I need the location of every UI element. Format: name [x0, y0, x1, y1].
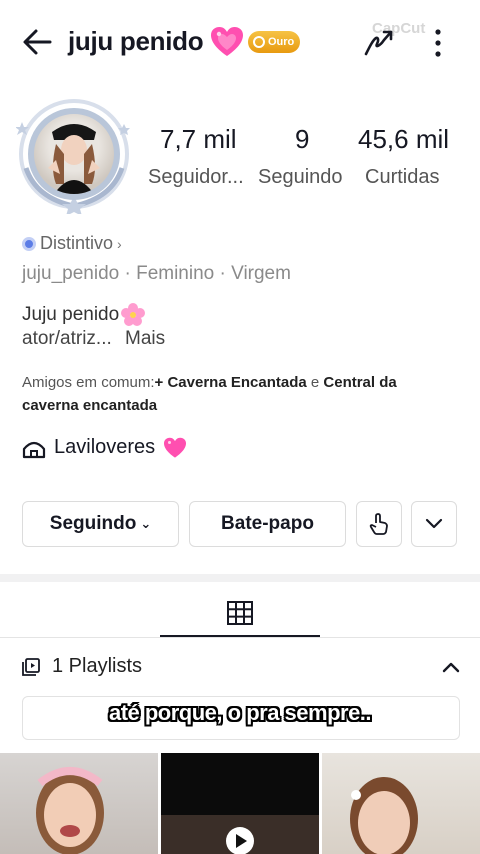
thumbnail-image: [161, 815, 319, 854]
mutual-prefix: Amigos em comum:: [22, 374, 155, 391]
followers-count[interactable]: 7,7 mil: [160, 124, 237, 155]
heart-emoji-icon: [211, 27, 243, 56]
section-divider: [0, 574, 480, 582]
mutual-and: e: [306, 374, 324, 391]
group-house-icon: [22, 441, 46, 458]
ouro-badge[interactable]: Ouro: [248, 31, 300, 53]
group-link[interactable]: Laviloveres: [22, 436, 187, 459]
thumbnail-image: [36, 767, 104, 854]
mutual-friends[interactable]: Amigos em comum:+ Caverna Encantada e Ce…: [22, 371, 442, 417]
bio-text-1: Juju penido: [22, 304, 120, 325]
chevron-right-icon: ›: [117, 235, 122, 252]
chevron-down-icon: ⌄: [140, 516, 152, 531]
chevron-up-icon[interactable]: [440, 658, 462, 676]
followers-label[interactable]: Seguidor...: [148, 166, 244, 189]
suggested-accounts-button[interactable]: [411, 501, 457, 547]
poke-button[interactable]: [356, 501, 402, 547]
following-count[interactable]: 9: [295, 124, 309, 155]
tab-divider: [0, 637, 480, 638]
bio-line-1: Juju penido: [22, 303, 146, 327]
video-thumbnail[interactable]: [161, 753, 319, 854]
grid-icon[interactable]: [226, 600, 254, 626]
hand-tap-icon: [369, 513, 388, 535]
likes-label: Curtidas: [365, 166, 440, 188]
profile-meta: juju_penido · Feminino · Virgem: [22, 263, 291, 284]
chevron-down-icon: [425, 518, 443, 529]
more-vertical-icon[interactable]: [430, 26, 446, 60]
video-thumbnail[interactable]: [0, 753, 158, 854]
back-arrow-icon[interactable]: [20, 24, 56, 60]
chat-button-label: Bate-papo: [221, 513, 314, 534]
bio-line-2: ator/atriz... Mais: [22, 328, 165, 350]
heart-emoji-icon: [164, 437, 187, 458]
badge-label: Ouro: [268, 36, 295, 48]
likes-count: 45,6 mil: [358, 124, 450, 154]
group-name: Laviloveres: [54, 436, 156, 458]
thumbnail-image: [350, 777, 418, 854]
playlist-icon: [22, 657, 40, 676]
following-button[interactable]: Seguindo ⌄: [22, 501, 179, 547]
following-button-label: Seguindo: [49, 513, 137, 534]
bio-more-link[interactable]: Mais: [125, 328, 165, 349]
playlists-label: 1 Playlists: [52, 655, 143, 677]
avatar[interactable]: [16, 98, 132, 214]
distintivo-link[interactable]: Distintivo ›: [22, 233, 122, 254]
distintivo-label: Distintivo: [40, 233, 114, 253]
mutual-friend-1[interactable]: + Caverna Encantada: [155, 374, 307, 391]
bio-text-2: ator/atriz...: [22, 328, 112, 349]
playlists-header[interactable]: 1 Playlists: [22, 655, 142, 678]
video-thumbnail[interactable]: [322, 753, 480, 854]
chat-button[interactable]: Bate-papo: [189, 501, 346, 547]
coin-icon: [253, 36, 265, 48]
username-title: juju penido: [68, 26, 204, 56]
badge-shield-icon: [22, 236, 36, 251]
cherry-blossom-icon: [121, 303, 146, 326]
avatar-photo: [28, 108, 120, 200]
video-subtitle-caption: até porque, o pra sempre..: [108, 700, 372, 725]
following-label[interactable]: Seguindo: [258, 166, 343, 189]
share-profile-icon[interactable]: [362, 26, 396, 60]
